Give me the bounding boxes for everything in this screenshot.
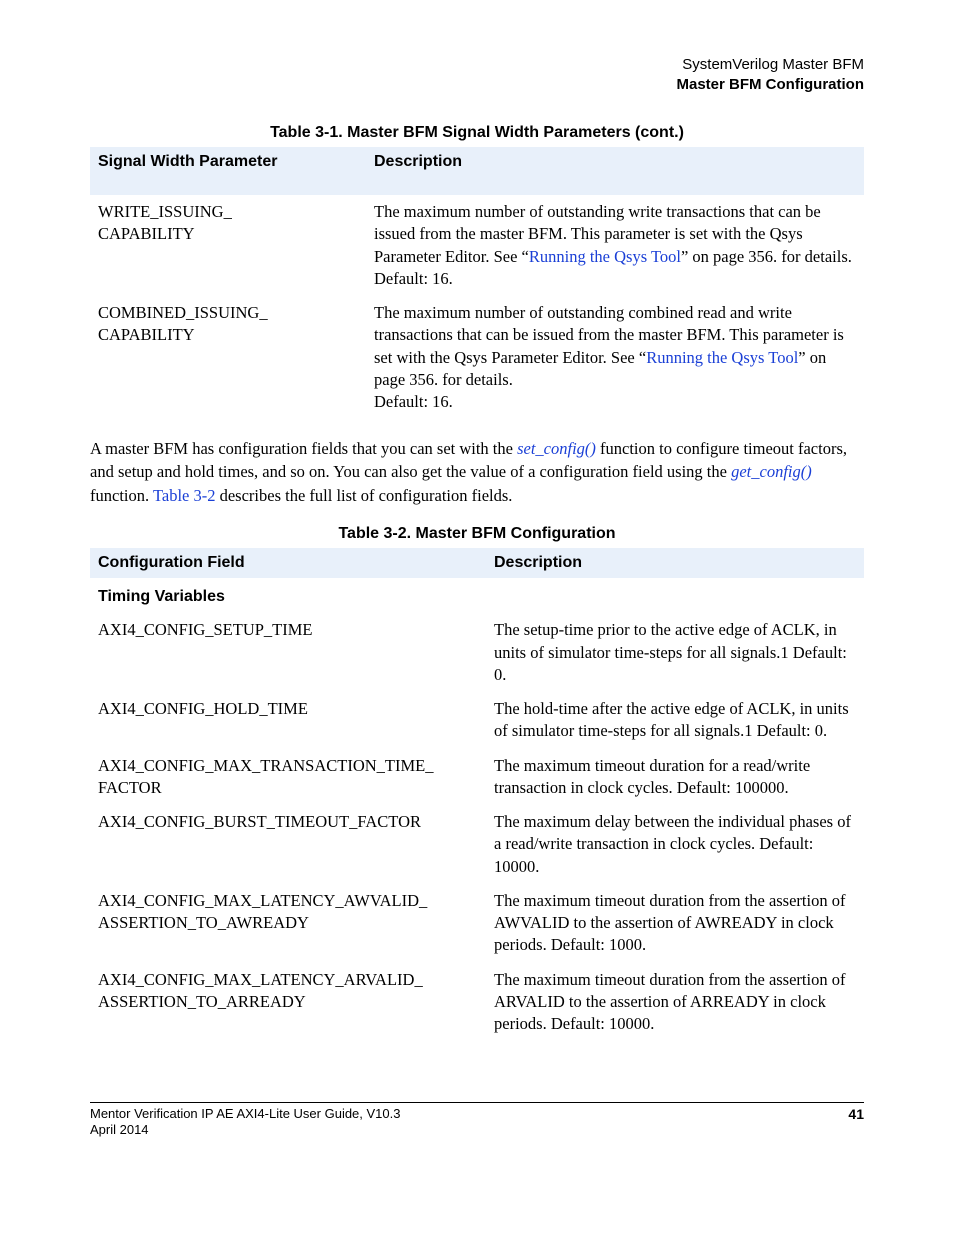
cfg-desc: The maximum timeout duration from the as… bbox=[486, 963, 864, 1042]
table32-hdr-cfg: Configuration Field bbox=[90, 548, 486, 578]
footer-page: 41 bbox=[848, 1106, 864, 1122]
body-paragraph: A master BFM has configuration fields th… bbox=[90, 437, 864, 506]
footer-title: Mentor Verification IP AE AXI4-Lite User… bbox=[90, 1106, 400, 1122]
cfg-desc: The hold-time after the active edge of A… bbox=[486, 692, 864, 749]
header-line2: Master BFM Configuration bbox=[90, 75, 864, 95]
param-desc: The maximum number of outstanding combin… bbox=[366, 296, 864, 419]
table31: Signal Width Parameter Description WRITE… bbox=[90, 147, 864, 419]
cfg-name: AXI4_CONFIG_MAX_LATENCY_ARVALID_ ASSERTI… bbox=[90, 963, 486, 1042]
link-set-config[interactable]: set_config() bbox=[517, 439, 596, 458]
link-get-config[interactable]: get_config() bbox=[731, 462, 812, 481]
param-name: WRITE_ISSUING_ CAPABILITY bbox=[90, 195, 366, 296]
link-running-qsys[interactable]: Running the Qsys Tool bbox=[529, 247, 681, 266]
table-row: AXI4_CONFIG_MAX_LATENCY_ARVALID_ ASSERTI… bbox=[90, 963, 864, 1042]
header-line1: SystemVerilog Master BFM bbox=[90, 55, 864, 75]
table-row: AXI4_CONFIG_MAX_TRANSACTION_TIME_ FACTOR… bbox=[90, 749, 864, 806]
cfg-name: AXI4_CONFIG_BURST_TIMEOUT_FACTOR bbox=[90, 805, 486, 884]
table31-caption: Table 3-1. Master BFM Signal Width Param… bbox=[90, 124, 864, 142]
table-row: AXI4_CONFIG_MAX_LATENCY_AWVALID_ ASSERTI… bbox=[90, 884, 864, 963]
table32-subhead: Timing Variables bbox=[90, 578, 864, 614]
cfg-desc: The setup-time prior to the active edge … bbox=[486, 613, 864, 692]
table32-hdr-desc: Description bbox=[486, 548, 864, 578]
link-running-qsys[interactable]: Running the Qsys Tool bbox=[646, 348, 798, 367]
table-row: AXI4_CONFIG_SETUP_TIME The setup-time pr… bbox=[90, 613, 864, 692]
footer-date: April 2014 bbox=[90, 1122, 864, 1137]
cfg-name: AXI4_CONFIG_MAX_TRANSACTION_TIME_ FACTOR bbox=[90, 749, 486, 806]
table31-hdr-desc: Description bbox=[366, 147, 864, 195]
param-name: COMBINED_ISSUING_ CAPABILITY bbox=[90, 296, 366, 419]
footer-rule bbox=[90, 1102, 864, 1103]
table-row: WRITE_ISSUING_ CAPABILITY The maximum nu… bbox=[90, 195, 864, 296]
table-row: AXI4_CONFIG_HOLD_TIME The hold-time afte… bbox=[90, 692, 864, 749]
table31-hdr-param: Signal Width Parameter bbox=[90, 147, 366, 195]
cfg-desc: The maximum delay between the individual… bbox=[486, 805, 864, 884]
table-row: COMBINED_ISSUING_ CAPABILITY The maximum… bbox=[90, 296, 864, 419]
link-table32[interactable]: Table 3-2 bbox=[153, 486, 216, 505]
cfg-desc: The maximum timeout duration for a read/… bbox=[486, 749, 864, 806]
cfg-name: AXI4_CONFIG_SETUP_TIME bbox=[90, 613, 486, 692]
page-footer: Mentor Verification IP AE AXI4-Lite User… bbox=[90, 1106, 864, 1122]
cfg-desc: The maximum timeout duration from the as… bbox=[486, 884, 864, 963]
table-row: AXI4_CONFIG_BURST_TIMEOUT_FACTOR The max… bbox=[90, 805, 864, 884]
page-header: SystemVerilog Master BFM Master BFM Conf… bbox=[90, 55, 864, 94]
param-desc: The maximum number of outstanding write … bbox=[366, 195, 864, 296]
table32: Configuration Field Description Timing V… bbox=[90, 548, 864, 1042]
table32-caption: Table 3-2. Master BFM Configuration bbox=[90, 525, 864, 543]
cfg-name: AXI4_CONFIG_MAX_LATENCY_AWVALID_ ASSERTI… bbox=[90, 884, 486, 963]
cfg-name: AXI4_CONFIG_HOLD_TIME bbox=[90, 692, 486, 749]
